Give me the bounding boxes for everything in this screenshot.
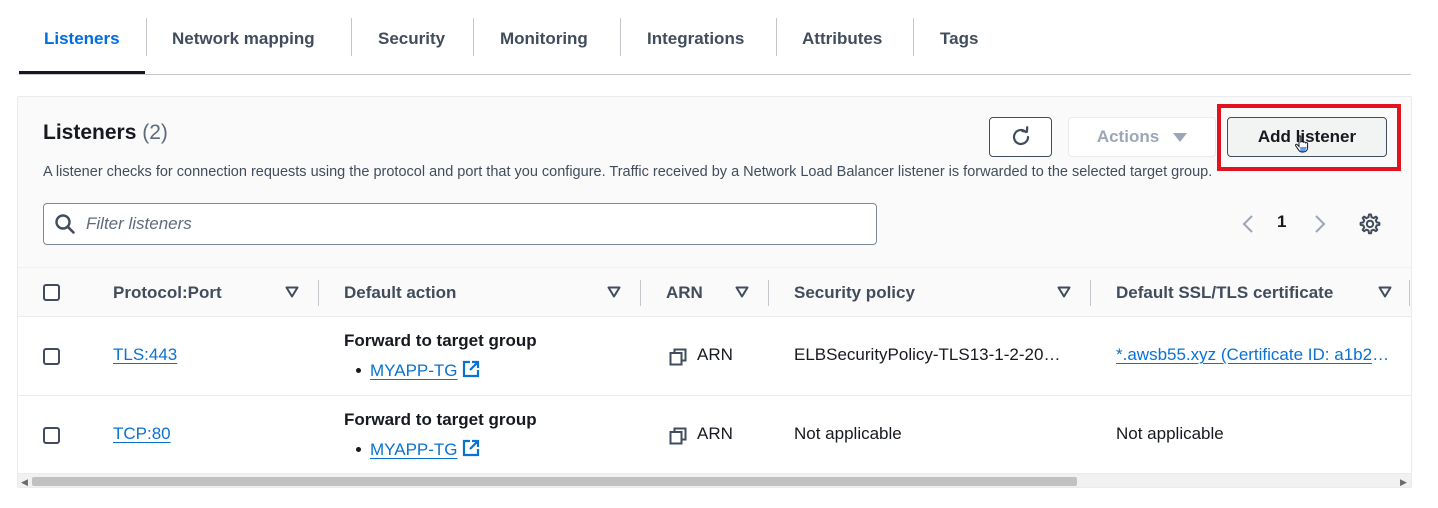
- external-link-icon[interactable]: [462, 439, 480, 457]
- copy-icon[interactable]: [669, 427, 687, 445]
- default-action-title: Forward to target group: [344, 410, 537, 429]
- tab-listeners[interactable]: Listeners: [44, 0, 120, 75]
- table-row[interactable]: TCP:80 Forward to target group MYAPP-TG …: [18, 395, 1411, 475]
- tab-integrations[interactable]: Integrations: [647, 0, 744, 75]
- target-group-link[interactable]: MYAPP-TG: [370, 361, 458, 380]
- bullet: [356, 367, 361, 373]
- column-header-arn[interactable]: ARN: [666, 268, 703, 318]
- column-divider: [640, 280, 641, 306]
- arn-label: ARN: [697, 424, 733, 443]
- panel-description: A listener checks for connection request…: [43, 164, 1213, 180]
- table-header: Protocol:Port Default action ARN Securit…: [18, 267, 1411, 318]
- select-all-checkbox[interactable]: [43, 284, 60, 301]
- certificate-link[interactable]: *.awsb55.xyz (Certificate ID: a1b2c3d4): [1116, 345, 1390, 365]
- sort-icon[interactable]: [607, 286, 621, 298]
- tab-bar: Listeners Network mapping Security Monit…: [19, 0, 1411, 75]
- bullet: [356, 446, 361, 452]
- active-tab-indicator: [19, 71, 145, 74]
- caret-down-icon: [1173, 132, 1188, 142]
- refresh-button[interactable]: [989, 117, 1052, 157]
- tab-divider: [620, 18, 621, 56]
- scroll-left-icon[interactable]: ◀: [21, 476, 28, 487]
- column-divider: [1090, 280, 1091, 306]
- security-policy-value: ELBSecurityPolicy-TLS13-1-2-2021-06: [794, 345, 1062, 364]
- chevron-left-icon[interactable]: [1240, 213, 1256, 235]
- external-link-icon[interactable]: [462, 360, 480, 378]
- column-divider: [768, 280, 769, 306]
- actions-label: Actions: [1096, 127, 1160, 146]
- security-policy-value: Not applicable: [794, 424, 902, 443]
- column-header-security-policy[interactable]: Security policy: [794, 268, 915, 318]
- gear-icon[interactable]: [1358, 212, 1382, 236]
- default-action-title: Forward to target group: [344, 331, 537, 350]
- tab-monitoring[interactable]: Monitoring: [500, 0, 588, 75]
- current-page-number[interactable]: 1: [1277, 212, 1286, 232]
- copy-icon[interactable]: [669, 348, 687, 366]
- tab-divider: [351, 18, 352, 56]
- tab-security[interactable]: Security: [378, 0, 445, 75]
- certificate-value: Not applicable: [1116, 424, 1224, 443]
- filter-input[interactable]: [86, 210, 856, 238]
- sort-icon[interactable]: [1057, 286, 1071, 298]
- panel-title-text: Listeners: [43, 121, 137, 144]
- column-header-default-ssl-tls-certificate[interactable]: Default SSL/TLS certificate: [1116, 268, 1333, 318]
- sort-icon[interactable]: [735, 286, 749, 298]
- sort-icon[interactable]: [1378, 286, 1392, 298]
- protocol-port-link[interactable]: TLS:443: [113, 345, 177, 365]
- filter-listeners-field[interactable]: [43, 203, 877, 245]
- scroll-right-icon[interactable]: ▶: [1400, 476, 1407, 487]
- protocol-port-link[interactable]: TCP:80: [113, 424, 171, 444]
- chevron-right-icon[interactable]: [1312, 213, 1328, 235]
- panel-title: Listeners (2): [43, 121, 168, 145]
- pointer-cursor-icon: [1294, 135, 1309, 153]
- tab-tags[interactable]: Tags: [940, 0, 978, 75]
- tab-attributes[interactable]: Attributes: [802, 0, 882, 75]
- target-group-item: MYAPP-TG: [356, 439, 480, 460]
- actions-dropdown[interactable]: Actions: [1068, 117, 1216, 157]
- table-row[interactable]: TLS:443 Forward to target group MYAPP-TG…: [18, 316, 1411, 396]
- tab-divider: [776, 18, 777, 56]
- row-checkbox[interactable]: [43, 348, 60, 365]
- scrollbar-thumb[interactable]: [32, 477, 1077, 486]
- row-checkbox[interactable]: [43, 427, 60, 444]
- tab-divider: [913, 18, 914, 56]
- sort-icon[interactable]: [285, 286, 299, 298]
- tab-divider: [146, 18, 147, 56]
- arn-label: ARN: [697, 345, 733, 364]
- column-header-protocol-port[interactable]: Protocol:Port: [113, 268, 222, 318]
- target-group-link[interactable]: MYAPP-TG: [370, 440, 458, 459]
- target-group-item: MYAPP-TG: [356, 360, 480, 381]
- search-icon: [55, 214, 75, 234]
- listeners-panel: Listeners (2) A listener checks for conn…: [17, 96, 1412, 488]
- horizontal-scrollbar[interactable]: ◀ ▶: [18, 473, 1411, 487]
- refresh-icon: [1012, 126, 1029, 146]
- listener-count: (2): [142, 121, 168, 144]
- column-header-default-action[interactable]: Default action: [344, 268, 456, 318]
- tab-divider: [473, 18, 474, 56]
- column-divider: [318, 280, 319, 306]
- column-divider: [1409, 280, 1410, 306]
- tab-network-mapping[interactable]: Network mapping: [172, 0, 315, 75]
